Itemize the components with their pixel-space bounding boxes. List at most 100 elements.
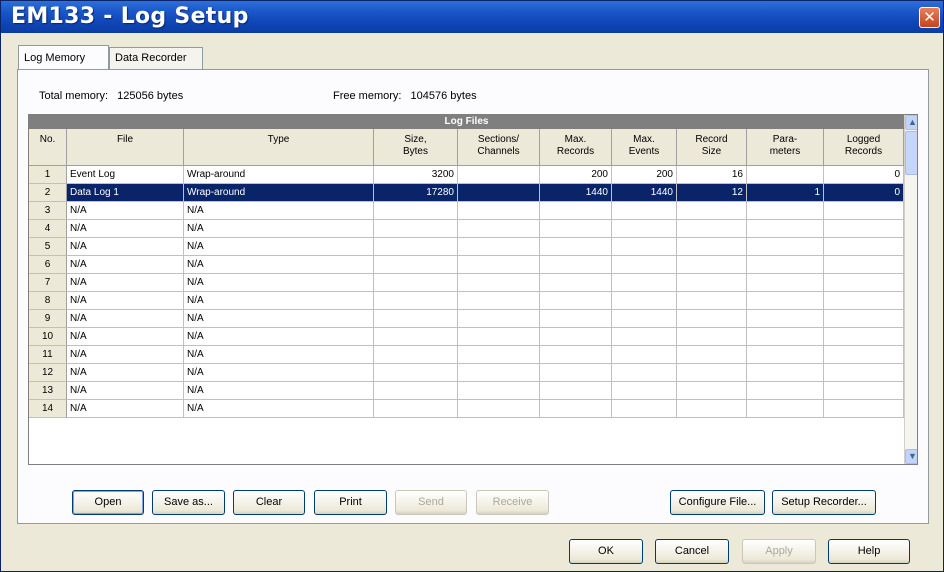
max-records-cell[interactable] [540, 364, 612, 382]
logged-records-cell[interactable] [824, 238, 904, 256]
max-events-cell[interactable] [612, 292, 677, 310]
sections-cell[interactable] [458, 256, 540, 274]
parameters-cell[interactable] [747, 238, 824, 256]
table-row[interactable]: 2 Data Log 1 Wrap-around 17280 1440 1440 12 1 0 [29, 184, 904, 202]
size-cell[interactable]: 17280 [374, 184, 458, 202]
print-button[interactable]: Print [314, 490, 387, 515]
file-cell[interactable]: N/A [67, 220, 184, 238]
file-cell[interactable]: N/A [67, 382, 184, 400]
sections-cell[interactable] [458, 166, 540, 184]
parameters-cell[interactable] [747, 400, 824, 418]
logged-records-cell[interactable] [824, 346, 904, 364]
col-no-header[interactable]: No. [29, 129, 67, 166]
logged-records-cell[interactable] [824, 310, 904, 328]
record-size-cell[interactable] [677, 382, 747, 400]
type-cell[interactable]: N/A [184, 364, 374, 382]
size-cell[interactable] [374, 382, 458, 400]
logged-records-cell[interactable] [824, 220, 904, 238]
size-cell[interactable] [374, 310, 458, 328]
max-events-cell[interactable] [612, 220, 677, 238]
col-logged-records-header[interactable]: Logged Records [824, 129, 904, 166]
record-size-cell[interactable] [677, 364, 747, 382]
apply-button[interactable]: Apply [742, 539, 816, 564]
type-cell[interactable]: N/A [184, 202, 374, 220]
record-size-cell[interactable] [677, 274, 747, 292]
max-events-cell[interactable] [612, 328, 677, 346]
max-events-cell[interactable] [612, 238, 677, 256]
help-button[interactable]: Help [828, 539, 910, 564]
max-records-cell[interactable] [540, 256, 612, 274]
parameters-cell[interactable] [747, 382, 824, 400]
receive-button[interactable]: Receive [476, 490, 549, 515]
parameters-cell[interactable] [747, 256, 824, 274]
logged-records-cell[interactable]: 0 [824, 166, 904, 184]
sections-cell[interactable] [458, 382, 540, 400]
type-cell[interactable]: N/A [184, 382, 374, 400]
col-sections-header[interactable]: Sections/ Channels [458, 129, 540, 166]
parameters-cell[interactable] [747, 328, 824, 346]
logged-records-cell[interactable] [824, 202, 904, 220]
size-cell[interactable] [374, 238, 458, 256]
table-row[interactable]: 4 N/A N/A [29, 220, 904, 238]
table-row[interactable]: 11 N/A N/A [29, 346, 904, 364]
scroll-up-icon[interactable]: ▲ [905, 115, 917, 130]
table-row[interactable]: 9 N/A N/A [29, 310, 904, 328]
col-max-events-header[interactable]: Max. Events [612, 129, 677, 166]
max-events-cell[interactable] [612, 310, 677, 328]
parameters-cell[interactable] [747, 310, 824, 328]
setup-recorder-button[interactable]: Setup Recorder... [772, 490, 876, 515]
open-button[interactable]: Open [72, 490, 144, 515]
table-row[interactable]: 13 N/A N/A [29, 382, 904, 400]
logged-records-cell[interactable] [824, 328, 904, 346]
record-size-cell[interactable] [677, 400, 747, 418]
max-records-cell[interactable] [540, 238, 612, 256]
max-records-cell[interactable]: 200 [540, 166, 612, 184]
max-records-cell[interactable] [540, 310, 612, 328]
max-records-cell[interactable] [540, 274, 612, 292]
size-cell[interactable] [374, 364, 458, 382]
sections-cell[interactable] [458, 184, 540, 202]
max-events-cell[interactable] [612, 346, 677, 364]
sections-cell[interactable] [458, 202, 540, 220]
file-cell[interactable]: N/A [67, 256, 184, 274]
logged-records-cell[interactable] [824, 364, 904, 382]
col-type-header[interactable]: Type [184, 129, 374, 166]
file-cell[interactable]: N/A [67, 364, 184, 382]
file-cell[interactable]: N/A [67, 346, 184, 364]
logged-records-cell[interactable] [824, 400, 904, 418]
table-row[interactable]: 3 N/A N/A [29, 202, 904, 220]
table-row[interactable]: 8 N/A N/A [29, 292, 904, 310]
logged-records-cell[interactable] [824, 274, 904, 292]
record-size-cell[interactable]: 16 [677, 166, 747, 184]
tab-log-memory[interactable]: Log Memory [18, 45, 109, 69]
table-row[interactable]: 1 Event Log Wrap-around 3200 200 200 16 0 [29, 166, 904, 184]
record-size-cell[interactable] [677, 238, 747, 256]
record-size-cell[interactable] [677, 220, 747, 238]
parameters-cell[interactable] [747, 166, 824, 184]
size-cell[interactable] [374, 292, 458, 310]
max-events-cell[interactable] [612, 202, 677, 220]
clear-button[interactable]: Clear [233, 490, 305, 515]
type-cell[interactable]: Wrap-around [184, 184, 374, 202]
type-cell[interactable]: N/A [184, 274, 374, 292]
record-size-cell[interactable] [677, 256, 747, 274]
size-cell[interactable] [374, 328, 458, 346]
max-records-cell[interactable] [540, 202, 612, 220]
max-events-cell[interactable] [612, 256, 677, 274]
record-size-cell[interactable] [677, 328, 747, 346]
type-cell[interactable]: N/A [184, 292, 374, 310]
table-row[interactable]: 12 N/A N/A [29, 364, 904, 382]
sections-cell[interactable] [458, 364, 540, 382]
max-records-cell[interactable] [540, 346, 612, 364]
col-file-header[interactable]: File [67, 129, 184, 166]
type-cell[interactable]: N/A [184, 346, 374, 364]
logged-records-cell[interactable] [824, 292, 904, 310]
close-icon[interactable]: ✕ [919, 7, 940, 28]
type-cell[interactable]: N/A [184, 400, 374, 418]
ok-button[interactable]: OK [569, 539, 643, 564]
table-row[interactable]: 7 N/A N/A [29, 274, 904, 292]
file-cell[interactable]: Event Log [67, 166, 184, 184]
cancel-button[interactable]: Cancel [655, 539, 729, 564]
parameters-cell[interactable]: 1 [747, 184, 824, 202]
parameters-cell[interactable] [747, 346, 824, 364]
